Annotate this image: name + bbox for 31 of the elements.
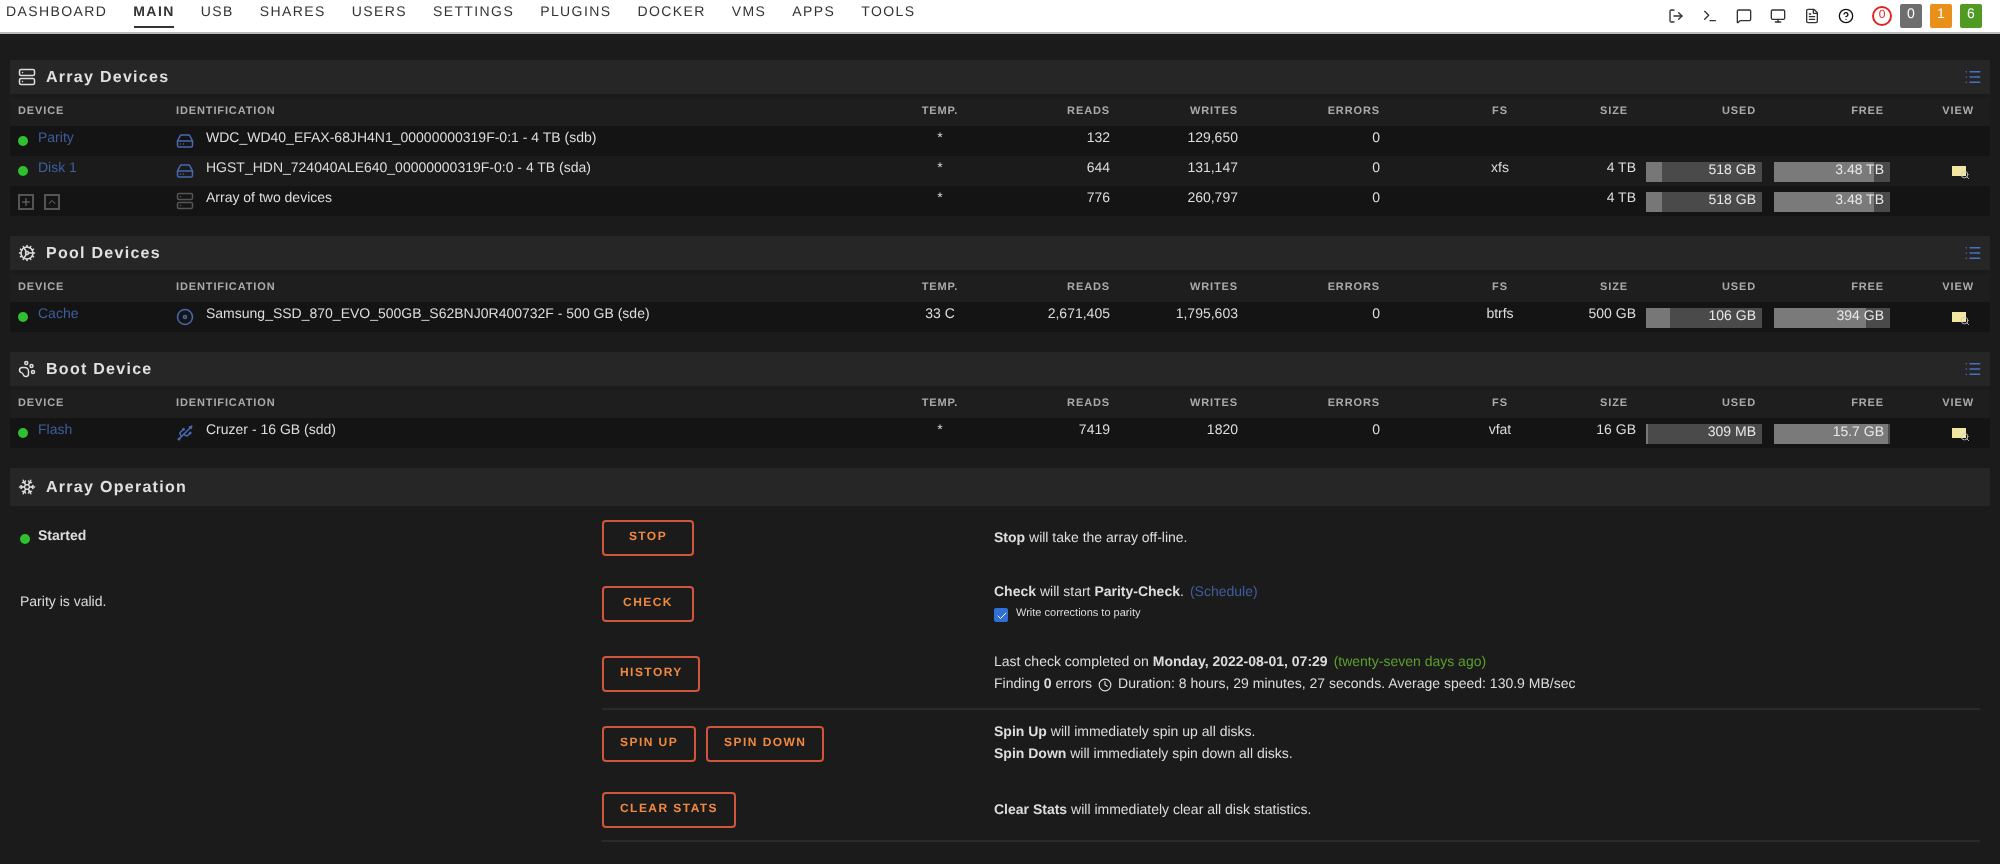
folder-search-icon[interactable] — [1952, 309, 1970, 325]
message-icon[interactable] — [1736, 8, 1752, 24]
folder-search-icon[interactable] — [1952, 425, 1970, 441]
plus-icon — [20, 195, 32, 207]
terminal-icon[interactable] — [1702, 8, 1718, 24]
list-icon[interactable] — [1964, 360, 1982, 378]
collapse-button[interactable] — [44, 193, 60, 209]
cog-icon — [18, 244, 36, 262]
section-title: Boot Device — [46, 357, 153, 381]
hard-drive-icon — [176, 132, 194, 150]
monitor-icon[interactable] — [1770, 8, 1786, 24]
section-title: Array Devices — [46, 65, 170, 89]
disc-icon — [176, 308, 194, 326]
clock-icon — [1098, 678, 1113, 692]
section-title: Array Operation — [46, 475, 188, 499]
server-icon — [176, 192, 194, 210]
section-title: Pool Devices — [46, 241, 161, 265]
usb-icon — [176, 424, 194, 442]
chevron-up-icon — [46, 195, 58, 207]
logout-icon[interactable] — [1668, 8, 1684, 24]
checkbox[interactable] — [994, 608, 1008, 622]
hard-drive-icon — [176, 162, 194, 180]
snowflake-icon — [18, 478, 36, 496]
list-icon[interactable] — [1964, 244, 1982, 262]
folder-search-icon[interactable] — [1952, 163, 1970, 179]
server-icon — [18, 68, 36, 86]
help-icon[interactable] — [1838, 8, 1854, 24]
document-icon[interactable] — [1804, 8, 1820, 24]
expand-button[interactable] — [18, 193, 34, 209]
list-icon[interactable] — [1964, 68, 1982, 86]
paw-icon — [18, 360, 36, 378]
